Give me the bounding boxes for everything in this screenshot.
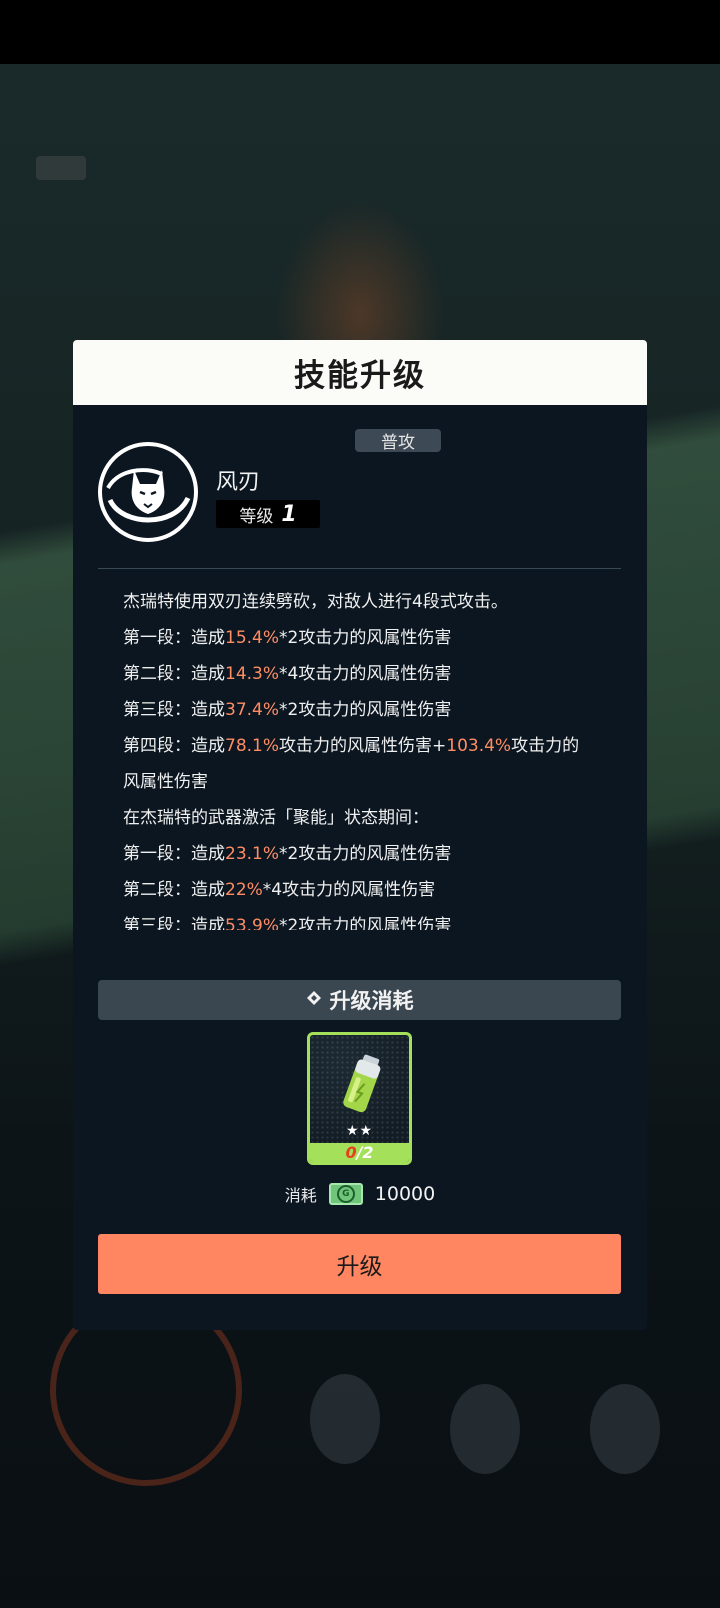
description-text: *2攻击力的风属性伤害	[279, 916, 452, 930]
upgrade-button[interactable]: 升级	[98, 1234, 621, 1294]
description-line: 杰瑞特使用双刃连续劈砍，对敌人进行4段式攻击。	[123, 584, 613, 620]
skill-upgrade-dialog: 技能升级 普攻 风刃 等级 1 杰瑞特使用双刃连续劈砍，对敌人进行4段式攻击。第…	[73, 340, 647, 1330]
description-value: 53.9%	[225, 916, 280, 930]
currency-cost: 消耗 G 10000	[73, 1182, 647, 1206]
description-text: 第二段：造成	[123, 880, 225, 900]
battery-icon	[340, 1053, 384, 1121]
cost-value: 10000	[374, 1183, 436, 1205]
background-shape	[310, 1374, 380, 1464]
skill-level: 等级 1	[216, 500, 320, 528]
wolf-emblem-icon	[98, 442, 198, 542]
description-line: 在杰瑞特的武器激活「聚能」状态期间：	[123, 800, 613, 836]
description-text: 在杰瑞特的武器激活「聚能」状态期间：	[123, 808, 429, 828]
level-value: 1	[281, 501, 297, 527]
background-shape	[450, 1384, 520, 1474]
description-line: 第二段：造成14.3%*4攻击力的风属性伤害	[123, 656, 613, 692]
skill-type-tag: 普攻	[355, 429, 441, 453]
description-value: 15.4%	[225, 628, 280, 648]
description-text: 风属性伤害	[123, 772, 208, 792]
description-line: 第三段：造成37.4%*2攻击力的风属性伤害	[123, 692, 613, 728]
dialog-title: 技能升级	[294, 358, 426, 394]
item-required: 2	[362, 1143, 374, 1162]
material-item[interactable]: ★★ 0 / 2	[307, 1032, 412, 1165]
gold-coin-symbol: G	[336, 1185, 355, 1203]
cost-label: 消耗	[284, 1186, 317, 1205]
description-text: 第四段：造成	[123, 736, 225, 756]
description-value: 23.1%	[225, 844, 280, 864]
description-text: 第三段：造成	[123, 916, 225, 930]
skill-description[interactable]: 杰瑞特使用双刃连续劈砍，对敌人进行4段式攻击。 第一段：造成15.4%*2攻击力的…	[123, 584, 613, 930]
description-line: 第二段：造成22%*4攻击力的风属性伤害	[123, 872, 613, 908]
item-count: 0 / 2	[310, 1143, 409, 1162]
description-line: 风属性伤害	[123, 764, 613, 800]
cost-title: 升级消耗	[329, 989, 414, 1013]
diamond-arrows-icon	[306, 990, 322, 1010]
description-text: 攻击力的	[511, 736, 580, 756]
description-line: 第三段：造成53.9%*2攻击力的风属性伤害	[123, 908, 613, 930]
level-label: 等级	[239, 506, 274, 527]
description-line: 第一段：造成15.4%*2攻击力的风属性伤害	[123, 620, 613, 656]
description-text: *4攻击力的风属性伤害	[262, 880, 436, 900]
skill-name: 风刃	[216, 470, 261, 495]
dialog-header: 技能升级	[73, 340, 647, 405]
description-value: 103.4%	[446, 736, 512, 756]
description-text: *2攻击力的风属性伤害	[279, 700, 452, 720]
status-bar	[0, 0, 720, 64]
divider	[98, 568, 621, 569]
background-badge	[36, 156, 86, 180]
description-value: 22%	[225, 880, 263, 900]
background-shape	[590, 1384, 660, 1474]
description-text: *2攻击力的风属性伤害	[279, 628, 452, 648]
gold-coin-icon: G	[328, 1183, 363, 1205]
description-value: 14.3%	[225, 664, 280, 684]
item-rarity-stars: ★★	[345, 1123, 374, 1139]
description-value: 78.1%	[225, 736, 280, 756]
description-text: 第一段：造成	[123, 844, 225, 864]
description-text: 杰瑞特使用双刃连续劈砍，对敌人进行4段式攻击。	[123, 592, 508, 612]
upgrade-cost-header: 升级消耗	[98, 980, 621, 1020]
description-text: *2攻击力的风属性伤害	[279, 844, 452, 864]
description-text: 第一段：造成	[123, 628, 225, 648]
item-owned: 0	[345, 1143, 357, 1162]
description-line: 第一段：造成23.1%*2攻击力的风属性伤害	[123, 836, 613, 872]
description-text: *4攻击力的风属性伤害	[279, 664, 452, 684]
description-text: 攻击力的风属性伤害+	[279, 736, 447, 756]
description-text: 第二段：造成	[123, 664, 225, 684]
description-text: 第三段：造成	[123, 700, 225, 720]
description-line: 第四段：造成78.1%攻击力的风属性伤害+103.4%攻击力的	[123, 728, 613, 764]
description-value: 37.4%	[225, 700, 280, 720]
